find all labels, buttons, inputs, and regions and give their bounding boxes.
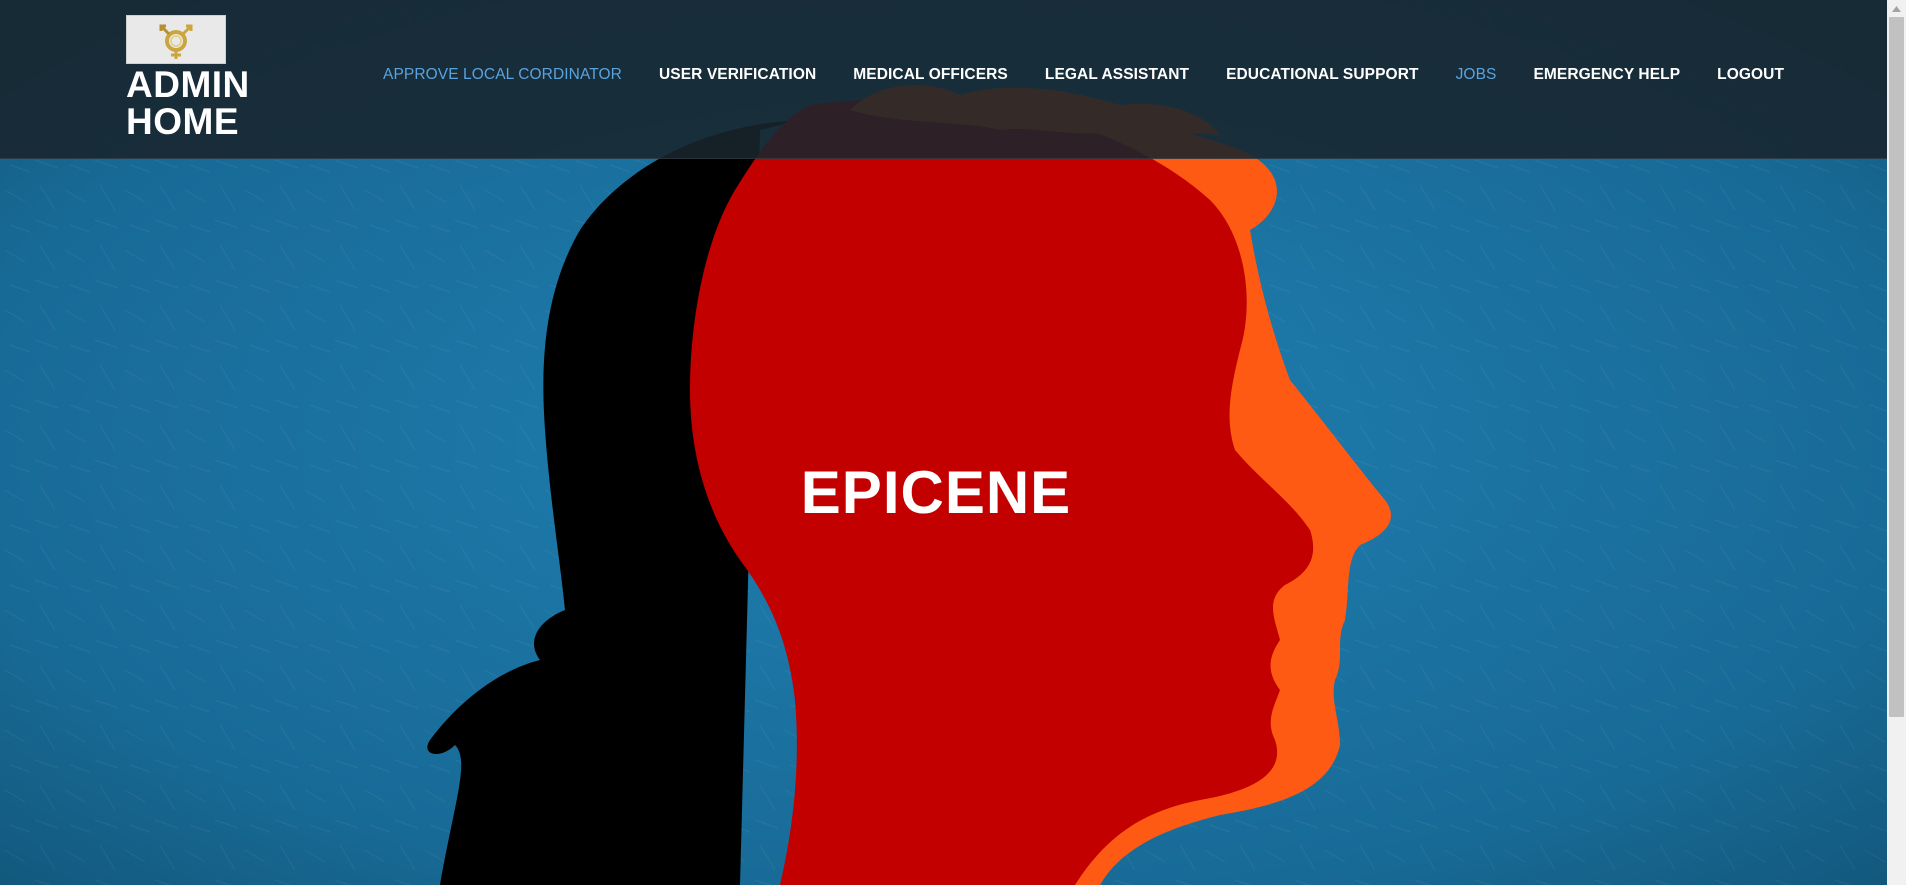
hero-title: EPICENE: [800, 459, 1072, 526]
brand-title[interactable]: ADMIN HOME: [126, 66, 250, 140]
top-navbar: ADMIN HOME APPROVE LOCAL CORDINATOR USER…: [0, 0, 1887, 159]
nav-item-medical-officers: MEDICAL OFFICERS: [853, 66, 1008, 84]
nav-link-logout[interactable]: LOGOUT: [1717, 66, 1784, 83]
chevron-up-icon[interactable]: [1887, 0, 1906, 17]
nav-link-jobs[interactable]: JOBS: [1456, 66, 1497, 83]
nav-item-emergency-help: EMERGENCY HELP: [1533, 66, 1680, 84]
nav-link-user-verification[interactable]: USER VERIFICATION: [659, 66, 816, 83]
nav-item-approve-local-cordinator: APPROVE LOCAL CORDINATOR: [383, 66, 622, 84]
vertical-scrollbar[interactable]: [1887, 0, 1906, 885]
nav-item-user-verification: USER VERIFICATION: [659, 66, 816, 84]
nav-item-logout: LOGOUT: [1717, 66, 1784, 84]
nav-item-legal-assistant: LEGAL ASSISTANT: [1045, 66, 1189, 84]
brand-title-line2: HOME: [126, 101, 239, 142]
main-nav: APPROVE LOCAL CORDINATOR USER VERIFICATI…: [383, 66, 1784, 84]
nav-link-medical-officers[interactable]: MEDICAL OFFICERS: [853, 66, 1008, 83]
nav-link-emergency-help[interactable]: EMERGENCY HELP: [1533, 66, 1680, 83]
brand[interactable]: ADMIN HOME: [126, 15, 250, 140]
nav-item-jobs: JOBS: [1456, 66, 1497, 84]
nav-link-approve-local-cordinator[interactable]: APPROVE LOCAL CORDINATOR: [383, 66, 622, 83]
brand-title-line1: ADMIN: [126, 64, 250, 105]
gender-symbol-icon[interactable]: [126, 15, 226, 64]
nav-link-legal-assistant[interactable]: LEGAL ASSISTANT: [1045, 66, 1189, 83]
nav-item-educational-support: EDUCATIONAL SUPPORT: [1226, 66, 1419, 84]
scrollbar-thumb[interactable]: [1889, 17, 1904, 717]
page-viewport: EPICENE ADMIN HOME APPROVE LOCAL CORDINA…: [0, 0, 1887, 885]
nav-link-educational-support[interactable]: EDUCATIONAL SUPPORT: [1226, 66, 1419, 83]
